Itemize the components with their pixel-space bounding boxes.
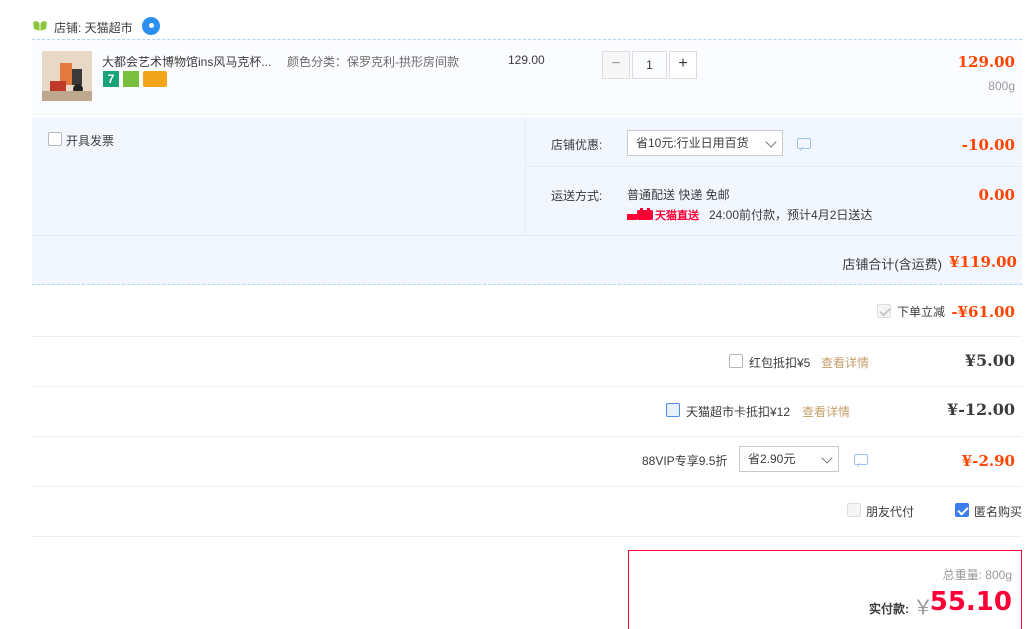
shop-total-row: 店铺合计(含运费) ¥119.00: [32, 235, 1022, 285]
shop-total-value: ¥119.00: [949, 253, 1017, 271]
tmall-card-value: ¥-12.00: [947, 400, 1015, 419]
tmall-card-checkbox[interactable]: [666, 403, 680, 417]
invoice-section: 开具发票: [32, 117, 526, 235]
shop-name[interactable]: 店铺: 天猫超市: [54, 19, 133, 36]
unit-price: 129.00: [508, 53, 545, 67]
purchase-options-row: 朋友代付 匿名购买: [32, 487, 1022, 537]
anonymous-checkbox[interactable]: [955, 503, 969, 517]
vip-select[interactable]: 省2.90元: [739, 446, 839, 472]
delivery-eta: 24:00前付款，预计4月2日送达: [709, 208, 873, 222]
card-icon: [143, 71, 167, 87]
vip-value: ¥-2.90: [961, 452, 1015, 470]
shipping-row: 运送方式: 普通配送 快递 免邮 天猫直送 24:00前付款，预计4月2日送达 …: [527, 168, 1022, 235]
increase-quantity-button[interactable]: +: [669, 51, 697, 79]
red-packet-details-link[interactable]: 查看详情: [821, 354, 869, 371]
seven-day-return-badge: 7: [103, 71, 119, 87]
tmall-card-details-link[interactable]: 查看详情: [802, 403, 850, 420]
quantity-input[interactable]: 1: [632, 51, 667, 79]
actual-pay-label: 实付款:: [869, 602, 909, 616]
vip-label: 88VIP专享9.5折: [642, 454, 728, 468]
anonymous-label[interactable]: 匿名购买: [974, 503, 1022, 520]
mug-image-icon: [42, 51, 92, 101]
product-thumbnail[interactable]: [42, 51, 92, 101]
friend-pay-label: 朋友代付: [866, 505, 915, 519]
tmall-logo-icon: [627, 208, 653, 220]
invoice-checkbox[interactable]: [48, 132, 62, 146]
shipping-method: 普通配送 快递 免邮: [627, 188, 730, 202]
instant-discount-checkbox: [877, 304, 891, 318]
shop-options-panel: 开具发票 店铺优惠: 省10元:行业日用百货 -10.00 运送方式: 普通配送…: [32, 117, 1022, 285]
chat-icon[interactable]: [142, 17, 160, 35]
tmall-card-label[interactable]: 天猫超市卡抵扣¥12: [686, 403, 790, 420]
chevron-down-icon: [821, 452, 833, 464]
shop-header: 店铺: 天猫超市: [32, 12, 1022, 40]
instant-discount-row: 下单立减 -¥61.00: [32, 287, 1022, 337]
vip-discount-row: 88VIP专享9.5折 省2.90元 ¥-2.90: [32, 437, 1022, 487]
shop-promo-select[interactable]: 省10元:行业日用百货: [627, 130, 783, 156]
shipping-amount: 0.00: [978, 186, 1015, 204]
item-weight: 800g: [988, 79, 1015, 93]
cart-item-row: 大都会艺术博物馆ins风马克杯... 7 颜色分类：保罗克利-拱形房间款 129…: [32, 41, 1022, 115]
invoice-label[interactable]: 开具发票: [66, 132, 114, 149]
payment-summary: 总重量: 800g 实付款: ￥ 55.10: [628, 550, 1022, 629]
friend-pay-checkbox: [847, 503, 861, 517]
tmall-card-row: 天猫超市卡抵扣¥12 查看详情 ¥-12.00: [32, 387, 1022, 437]
sku-info: 颜色分类：保罗克利-拱形房间款: [287, 55, 459, 69]
total-weight: 总重量: 800g: [942, 568, 1012, 582]
shop-promo-row: 店铺优惠: 省10元:行业日用百货 -10.00: [527, 117, 1022, 167]
tmall-direct-label: 天猫直送: [655, 210, 699, 222]
red-packet-value: ¥5.00: [964, 351, 1015, 370]
shipping-label: 运送方式:: [551, 189, 603, 203]
shop-total-label: 店铺合计(含运费): [842, 257, 942, 272]
instant-discount-label: 下单立减: [897, 305, 946, 319]
instant-discount-value: -¥61.00: [951, 303, 1015, 321]
red-packet-label[interactable]: 红包抵扣¥5: [749, 354, 810, 371]
product-title[interactable]: 大都会艺术博物馆ins风马克杯...: [102, 53, 282, 70]
red-packet-checkbox[interactable]: [729, 354, 743, 368]
red-packet-row: 红包抵扣¥5 查看详情 ¥5.00: [32, 337, 1022, 387]
shop-icon: [33, 21, 47, 31]
shop-promo-label: 店铺优惠:: [551, 138, 603, 152]
actual-pay-value: 55.10: [929, 587, 1012, 617]
message-icon[interactable]: [797, 138, 811, 149]
shop-promo-amount: -10.00: [961, 136, 1015, 154]
shop-promo-selected: 省10元:行业日用百货: [636, 136, 749, 150]
decrease-quantity-button[interactable]: −: [602, 51, 630, 79]
message-icon[interactable]: [854, 454, 868, 465]
item-subtotal: 129.00: [957, 53, 1015, 71]
vip-selected: 省2.90元: [748, 452, 796, 466]
guarantee-icon: [123, 71, 139, 87]
chevron-down-icon: [765, 136, 777, 148]
